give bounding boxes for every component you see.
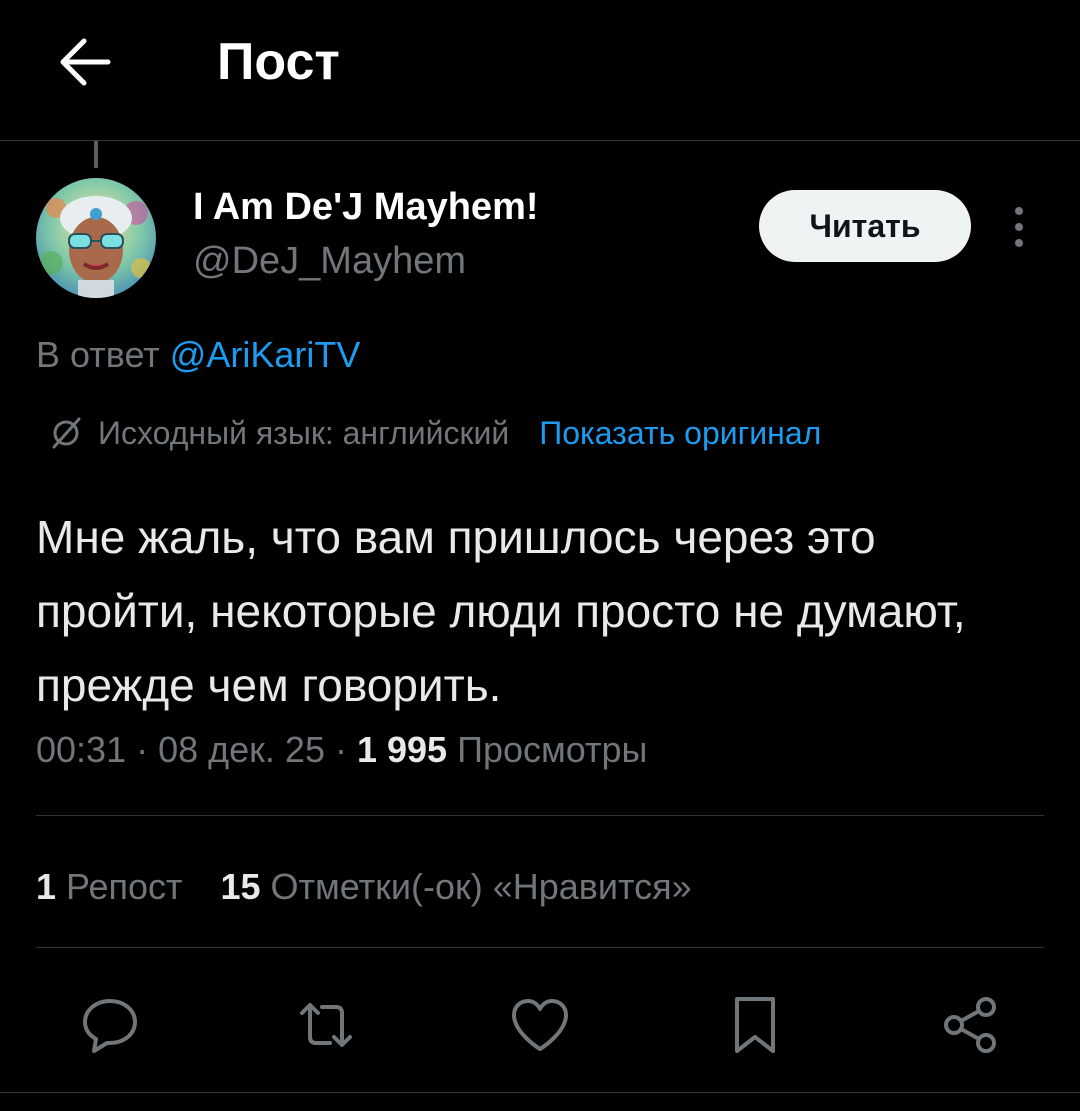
like-button[interactable]: [500, 985, 580, 1065]
author-display-name[interactable]: I Am De'J Mayhem!: [193, 186, 539, 229]
bookmark-icon: [735, 997, 775, 1053]
action-bar: [0, 985, 1080, 1065]
post-date: 08 дек. 25: [158, 729, 325, 770]
follow-button[interactable]: Читать: [759, 190, 971, 262]
arrow-left-icon: [60, 38, 111, 86]
avatar-image: [36, 178, 156, 298]
meta-separator: ·: [126, 729, 159, 770]
reply-mention-link[interactable]: @AriKariTV: [170, 334, 361, 375]
share-button[interactable]: [930, 985, 1010, 1065]
top-app-bar: Пост: [0, 0, 1080, 141]
likes-label: Отметки(-ок) «Нравится»: [260, 866, 692, 907]
reposts-label: Репост: [56, 866, 183, 907]
repost-button[interactable]: [286, 985, 366, 1065]
reply-context: В ответ @AriKariTV: [36, 334, 360, 376]
source-language-label: Исходный язык: английский: [98, 414, 510, 451]
author-handle[interactable]: @DeJ_Mayhem: [193, 240, 466, 283]
post-metadata: 00:31 · 08 дек. 25 · 1 995 Просмотры: [36, 722, 647, 778]
more-options-button[interactable]: [1004, 203, 1034, 251]
likes-count: 15: [220, 866, 261, 907]
divider: [36, 947, 1044, 948]
show-original-link[interactable]: Показать оригинал: [539, 415, 821, 452]
reply-button[interactable]: [70, 985, 150, 1065]
engagement-stats: 1 Репост 15 Отметки(-ок) «Нравится»: [36, 862, 692, 912]
reply-prefix: В ответ: [36, 334, 170, 375]
post-time: 00:31: [36, 729, 127, 770]
likes-stat[interactable]: 15 Отметки(-ок) «Нравится»: [221, 866, 692, 907]
translate-icon: [52, 417, 81, 449]
more-vertical-icon: [1015, 207, 1023, 247]
retweet-icon: [300, 1003, 352, 1047]
meta-separator: ·: [324, 729, 357, 770]
comment-icon: [83, 999, 137, 1053]
views-label: Просмотры: [447, 729, 648, 770]
heart-icon: [512, 999, 568, 1051]
divider: [36, 815, 1044, 816]
share-icon: [944, 997, 996, 1053]
thread-connector-line: [94, 141, 98, 168]
avatar[interactable]: [36, 178, 156, 298]
bottom-divider: [0, 1092, 1080, 1093]
views-count[interactable]: 1 995: [357, 729, 447, 770]
bookmark-button[interactable]: [715, 985, 795, 1065]
back-button[interactable]: [56, 34, 116, 90]
page-title: Пост: [217, 33, 340, 91]
reposts-count: 1: [36, 866, 57, 907]
post-text: Мне жаль, что вам пришлось через это про…: [36, 511, 966, 711]
reposts-stat[interactable]: 1 Репост: [36, 866, 183, 907]
translation-bar: Исходный язык: английский Показать ориги…: [48, 410, 821, 456]
